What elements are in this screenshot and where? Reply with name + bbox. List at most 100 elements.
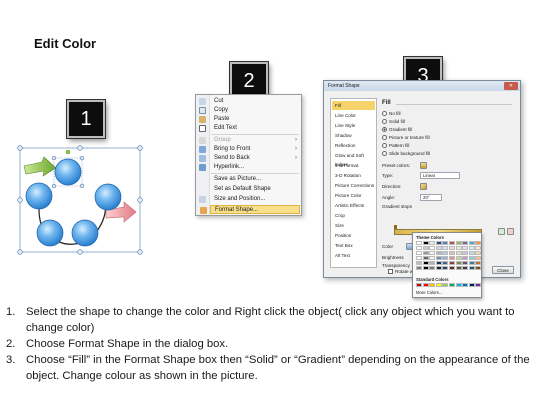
radio-pattern-fill[interactable]: Pattern fill [382,142,409,149]
color-swatch[interactable] [442,255,449,261]
dialog-close-icon[interactable]: ✕ [504,82,518,90]
color-swatch[interactable] [429,245,436,251]
type-select[interactable]: Linear [420,172,460,179]
color-swatch[interactable] [422,241,429,246]
color-swatch[interactable] [448,250,455,256]
menu-item-hyperlink[interactable]: Hyperlink... [199,163,300,172]
color-swatch[interactable] [455,260,462,266]
menu-item-copy[interactable]: Copy [199,106,300,115]
color-swatch[interactable] [462,260,469,266]
color-swatch[interactable] [416,283,422,288]
color-swatch[interactable] [416,265,422,271]
nav-item-glow[interactable]: Glow and Soft Edges [332,151,375,167]
color-swatch[interactable] [462,283,469,288]
color-swatch[interactable] [429,255,436,261]
color-swatch[interactable] [442,265,449,271]
nav-item-artistic-effects[interactable]: Artistic Effects [332,201,375,210]
menu-item-cut[interactable]: Cut [199,97,300,106]
preset-colors-dropdown[interactable] [420,162,427,169]
nav-item-size[interactable]: Size [332,221,375,230]
color-swatch[interactable] [462,265,469,271]
color-swatch[interactable] [442,245,449,251]
color-swatch[interactable] [468,265,475,271]
color-swatch[interactable] [435,265,442,271]
color-swatch[interactable] [475,260,482,266]
color-swatch[interactable] [429,265,436,271]
menu-item-save-as-picture[interactable]: Save as Picture... [210,175,300,184]
color-swatch[interactable] [435,245,442,251]
nav-item-3d-format[interactable]: 3-D Format [332,161,375,170]
color-swatch[interactable] [422,283,429,288]
color-swatch[interactable] [448,255,455,261]
radio-gradient-fill[interactable]: Gradient fill [382,126,412,133]
color-swatch[interactable] [462,241,469,246]
color-swatch[interactable] [416,255,422,261]
color-swatch[interactable] [429,283,436,288]
color-swatch[interactable] [435,260,442,266]
nav-item-alt-text[interactable]: Alt Text [332,251,375,260]
nav-item-fill[interactable]: Fill [332,101,375,110]
color-swatch[interactable] [416,250,422,256]
color-swatch[interactable] [462,255,469,261]
radio-picture-fill[interactable]: Picture or texture fill [382,134,430,141]
color-swatch[interactable] [422,255,429,261]
nav-item-reflection[interactable]: Reflection [332,141,375,150]
color-swatch[interactable] [448,245,455,251]
color-swatch[interactable] [422,260,429,266]
color-swatch[interactable] [448,283,455,288]
color-swatch[interactable] [442,241,449,246]
nav-item-crop[interactable]: Crop [332,211,375,220]
menu-item-bring-to-front[interactable]: Bring to Front › [199,145,300,154]
color-swatch[interactable] [416,245,422,251]
add-stop-icon[interactable] [498,228,505,235]
color-swatch[interactable] [468,283,475,288]
nav-item-picture-color[interactable]: Picture Color [332,191,375,200]
color-swatch[interactable] [422,265,429,271]
menu-item-set-default-shape[interactable]: Set as Default Shape [210,185,300,194]
color-swatch[interactable] [455,241,462,246]
menu-item-format-shape[interactable]: Format Shape... [200,205,300,214]
color-swatch[interactable] [462,250,469,256]
nav-item-position[interactable]: Position [332,231,375,240]
radio-solid-fill[interactable]: Solid fill [382,118,405,125]
color-swatch[interactable] [475,245,482,251]
color-swatch[interactable] [435,250,442,256]
nav-item-line-style[interactable]: Line Style [332,121,375,130]
radio-no-fill[interactable]: No fill [382,110,401,117]
color-swatch[interactable] [422,245,429,251]
color-swatch[interactable] [468,245,475,251]
color-swatch[interactable] [429,250,436,256]
remove-stop-icon[interactable] [507,228,514,235]
color-swatch[interactable] [448,265,455,271]
radio-slide-background-fill[interactable]: Slide background fill [382,150,430,157]
color-swatch[interactable] [455,283,462,288]
color-swatch[interactable] [475,255,482,261]
color-swatch[interactable] [455,265,462,271]
nav-item-line-color[interactable]: Line Color [332,111,375,120]
nav-item-picture-corrections[interactable]: Picture Corrections [332,181,375,190]
color-swatch[interactable] [429,241,436,246]
color-swatch[interactable] [455,250,462,256]
menu-item-size-position[interactable]: Size and Position... [199,195,300,204]
menu-item-group[interactable]: Group › [199,136,300,145]
direction-dropdown[interactable] [420,183,427,190]
nav-item-shadow[interactable]: Shadow [332,131,375,140]
cycle-shapes-illustration[interactable] [14,140,144,260]
color-swatch[interactable] [416,260,422,266]
angle-input[interactable]: 20° [420,194,442,201]
color-swatch[interactable] [416,241,422,246]
menu-item-edit-text[interactable]: Edit Text [199,124,300,133]
color-swatch[interactable] [429,260,436,266]
nav-item-3d-rotation[interactable]: 3-D Rotation [332,171,375,180]
more-colors-link[interactable]: More Colors... [416,290,442,295]
color-swatch[interactable] [475,250,482,256]
color-swatch[interactable] [455,245,462,251]
color-swatch[interactable] [448,260,455,266]
color-swatch[interactable] [442,250,449,256]
color-swatch[interactable] [475,241,482,246]
color-swatch[interactable] [475,283,482,288]
color-swatch[interactable] [435,255,442,261]
color-swatch[interactable] [442,283,449,288]
color-swatch[interactable] [422,250,429,256]
color-swatch[interactable] [468,255,475,261]
